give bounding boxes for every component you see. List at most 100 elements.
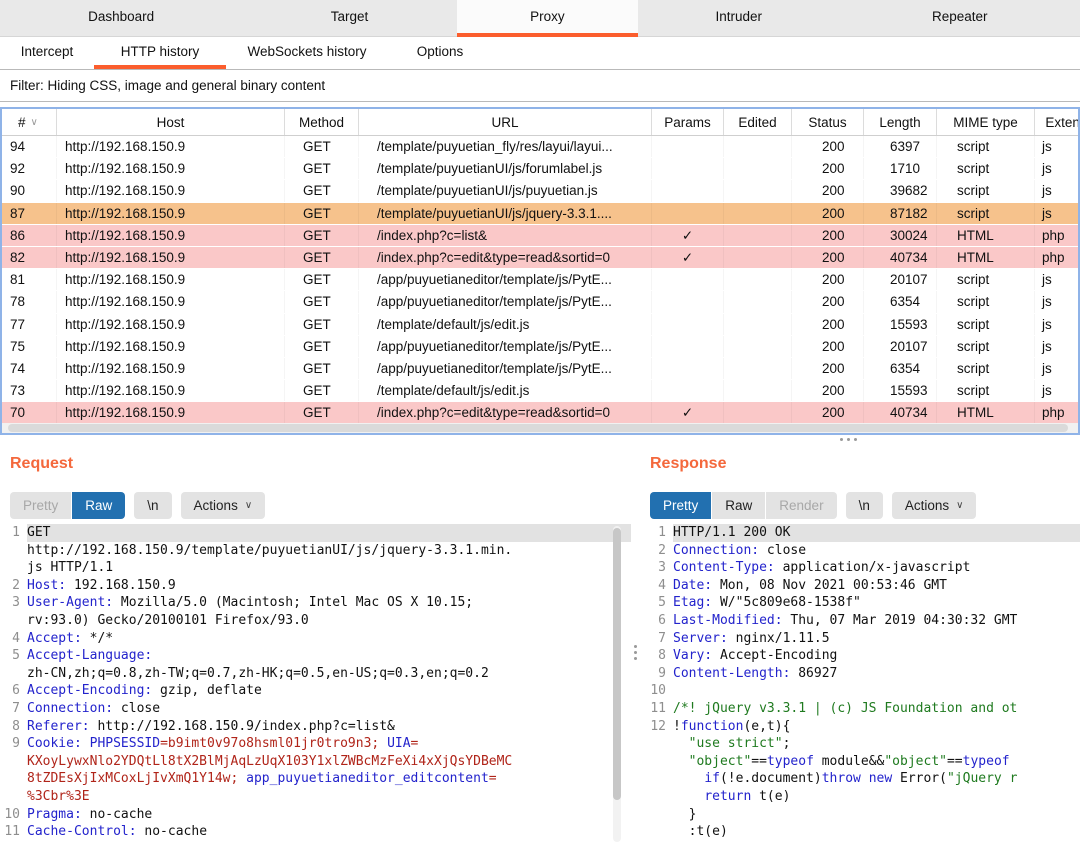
tab-proxy[interactable]: Proxy	[456, 0, 639, 37]
cell-ext: js	[1042, 338, 1052, 354]
cell-url: /template/default/js/edit.js	[359, 313, 652, 335]
sub-tab-options[interactable]: Options	[388, 37, 492, 69]
line-number: 5	[12, 648, 20, 664]
cell-method: GET	[285, 180, 359, 202]
response-actions-button[interactable]: Actions ∨	[891, 492, 977, 519]
column-header-params[interactable]: Params	[652, 109, 724, 135]
table-row[interactable]: 75 http://192.168.150.9 GET/app/puyuetiane…	[2, 335, 1078, 358]
tab-intruder[interactable]: Intruder	[638, 0, 840, 37]
code-text: Referer: http://192.168.150.9/index.php?…	[27, 718, 395, 734]
table-row[interactable]: 90 http://192.168.150.9 GET/template/puyue…	[2, 180, 1078, 203]
table-row[interactable]: 74 http://192.168.150.9 GET/app/puyuetiane…	[2, 357, 1078, 381]
table-row[interactable]: 78 http://192.168.150.9 GET/app/puyuetiane…	[2, 291, 1078, 314]
column-header-method[interactable]: Method	[285, 109, 359, 135]
column-header-host[interactable]: Host	[57, 109, 285, 135]
response-newline-toggle-button[interactable]: \n	[845, 492, 883, 519]
cell-ext: php	[1042, 249, 1065, 265]
cell-params	[652, 380, 724, 402]
table-row[interactable]: 77 http://192.168.150.9 GET/template/defau…	[2, 313, 1078, 336]
tab-repeater[interactable]: Repeater	[840, 0, 1080, 37]
code-line: 5 Etag: W/"5c809e68-1538f"	[640, 594, 1080, 612]
cell-method: GET	[285, 380, 359, 402]
cell-host: http://192.168.150.9	[57, 246, 285, 269]
response-tab-render[interactable]: Render	[766, 492, 837, 519]
code-text: "object"==typeof module&&"object"==typeo…	[688, 753, 1010, 769]
http-history-filter-bar[interactable]: Filter: Hiding CSS, image and general bi…	[0, 69, 1080, 102]
column-header-length[interactable]: Length	[864, 109, 937, 135]
table-row[interactable]: 81 http://192.168.150.9 GET/app/puyuetiane…	[2, 269, 1078, 292]
code-line: return t(e)	[640, 788, 1080, 806]
cell-params: ✓	[652, 224, 724, 246]
cell-mime: script	[937, 269, 1035, 291]
column-header-extension[interactable]: Extension	[1035, 109, 1078, 135]
splitter-grip-icon	[840, 438, 857, 441]
request-scrollbar-thumb[interactable]	[613, 528, 621, 800]
tab-label: Dashboard	[88, 9, 155, 24]
cell-id: 81	[2, 269, 57, 291]
code-text: Etag: W/"5c809e68-1538f"	[673, 595, 861, 611]
cell-edited	[724, 335, 792, 357]
tab-target[interactable]: Target	[242, 0, 457, 37]
response-tab-raw[interactable]: Raw	[712, 492, 766, 519]
cell-host: http://192.168.150.9	[57, 291, 285, 313]
cell-params	[652, 291, 724, 313]
cell-url: /app/puyuetianeditor/template/js/PytE...	[359, 269, 652, 291]
sub-tab-websockets-history[interactable]: WebSockets history	[226, 37, 388, 69]
code-text: "use strict";	[688, 736, 791, 752]
request-actions-button[interactable]: Actions ∨	[180, 492, 266, 519]
column-header-url[interactable]: URL	[359, 109, 652, 135]
cell-method: GET	[285, 335, 359, 357]
table-row[interactable]: 87 http://192.168.150.9 GET/template/puyue…	[2, 202, 1078, 225]
cell-params: ✓	[652, 402, 724, 424]
code-text: if(!e.document)throw new Error("jQuery r	[704, 771, 1018, 787]
cell-mime: script	[937, 158, 1035, 180]
cell-mime: HTML	[937, 246, 1035, 269]
response-view-controls: Pretty Raw Render \n Actions ∨	[650, 492, 977, 519]
table-editor-splitter[interactable]	[0, 435, 1080, 443]
cell-host: http://192.168.150.9	[57, 136, 285, 158]
sub-tab-http-history[interactable]: HTTP history	[94, 37, 226, 69]
column-header-status[interactable]: Status	[792, 109, 864, 135]
cell-status: 200	[792, 158, 864, 180]
line-number	[640, 788, 673, 806]
code-line: http://192.168.150.9/template/puyuetianU…	[0, 542, 631, 560]
cell-status: 200	[792, 202, 864, 224]
table-row[interactable]: 94 http://192.168.150.9 GET/template/puyue…	[2, 136, 1078, 159]
column-header-edited[interactable]: Edited	[724, 109, 792, 135]
cell-edited	[724, 357, 792, 380]
tab-dashboard[interactable]: Dashboard	[0, 0, 242, 37]
code-line: 12 !function(e,t){	[640, 718, 1080, 736]
table-row[interactable]: 82 http://192.168.150.9 GET/index.php?c=ed…	[2, 246, 1078, 270]
request-tab-pretty[interactable]: Pretty	[10, 492, 72, 519]
column-header-label: URL	[491, 114, 519, 130]
column-header-mime-type[interactable]: MIME type	[937, 109, 1035, 135]
cell-url: /app/puyuetianeditor/template/js/PytE...	[359, 357, 652, 380]
request-newline-toggle-button[interactable]: \n	[134, 492, 172, 519]
cell-length: 40734	[864, 246, 937, 269]
response-tab-pretty[interactable]: Pretty	[650, 492, 712, 519]
column-header--[interactable]: # ∨	[2, 109, 57, 135]
horizontal-scrollbar-thumb[interactable]	[8, 424, 1068, 432]
sub-tab-label: WebSockets history	[247, 43, 367, 59]
response-view-tabs: Pretty Raw Render	[650, 492, 837, 519]
table-row[interactable]: 70 http://192.168.150.9 GET/index.php?c=ed…	[2, 402, 1078, 425]
cell-id: 78	[2, 291, 57, 313]
code-text: KXoyLywxNlo2YDQtLl8tX2BlMjAqLzUqX103Y1xl…	[27, 753, 513, 769]
table-row[interactable]: 86 http://192.168.150.9 GET/index.php?c=li…	[2, 224, 1078, 247]
request-response-splitter[interactable]	[631, 443, 640, 844]
cell-ext: js	[1042, 205, 1052, 221]
sub-tab-intercept[interactable]: Intercept	[0, 37, 94, 69]
cell-method: GET	[285, 291, 359, 313]
response-editor[interactable]: 1 HTTP/1.1 200 OK 2 Connection: close 3 Conte…	[640, 524, 1080, 844]
request-scrollbar[interactable]	[613, 526, 621, 842]
line-number: 10	[4, 806, 20, 822]
request-tab-raw[interactable]: Raw	[72, 492, 126, 519]
table-row[interactable]: 73 http://192.168.150.9 GET/template/defau…	[2, 380, 1078, 403]
cell-length: 20107	[864, 269, 937, 291]
horizontal-scrollbar[interactable]	[2, 423, 1078, 433]
line-number: 1	[12, 525, 20, 540]
table-row[interactable]: 92 http://192.168.150.9 GET/template/puyue…	[2, 158, 1078, 181]
splitter-grip-icon	[634, 645, 637, 660]
request-editor[interactable]: 1 GET http://192.168.150.9/template/puyuet…	[0, 524, 631, 844]
